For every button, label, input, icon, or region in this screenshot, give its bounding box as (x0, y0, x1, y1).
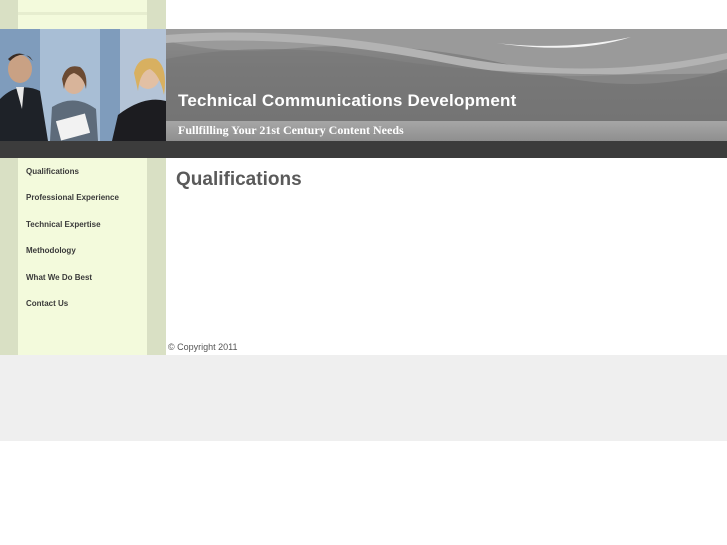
header-divider-band (0, 141, 727, 158)
site-subtitle: Fullfilling Your 21st Century Content Ne… (178, 123, 404, 137)
sidebar-item-contact-us[interactable]: Contact Us (26, 298, 119, 324)
business-people-photo (0, 29, 166, 141)
subtitle-bar: Fullfilling Your 21st Century Content Ne… (166, 121, 727, 141)
page: Technical Communications Development Ful… (0, 0, 727, 545)
main-content: Qualifications © Copyright 2011 (166, 158, 727, 355)
top-strip-bar (18, 12, 147, 15)
top-left-strip (0, 0, 166, 29)
sidebar: Qualifications Professional Experience T… (0, 158, 166, 355)
site-title: Technical Communications Development (178, 91, 517, 110)
sidebar-item-professional-experience[interactable]: Professional Experience (26, 192, 119, 218)
page-title: Qualifications (176, 169, 302, 190)
sidebar-item-qualifications[interactable]: Qualifications (26, 166, 119, 192)
header-banner: Technical Communications Development Ful… (166, 29, 727, 141)
header: Technical Communications Development Ful… (0, 29, 727, 141)
photo-illustration (0, 29, 166, 141)
footer-band (0, 355, 727, 441)
sidebar-item-technical-expertise[interactable]: Technical Expertise (26, 219, 119, 245)
sidebar-item-what-we-do-best[interactable]: What We Do Best (26, 272, 119, 298)
copyright-text: © Copyright 2011 (168, 342, 238, 352)
sidebar-nav: Qualifications Professional Experience T… (26, 166, 119, 324)
sidebar-item-methodology[interactable]: Methodology (26, 245, 119, 271)
